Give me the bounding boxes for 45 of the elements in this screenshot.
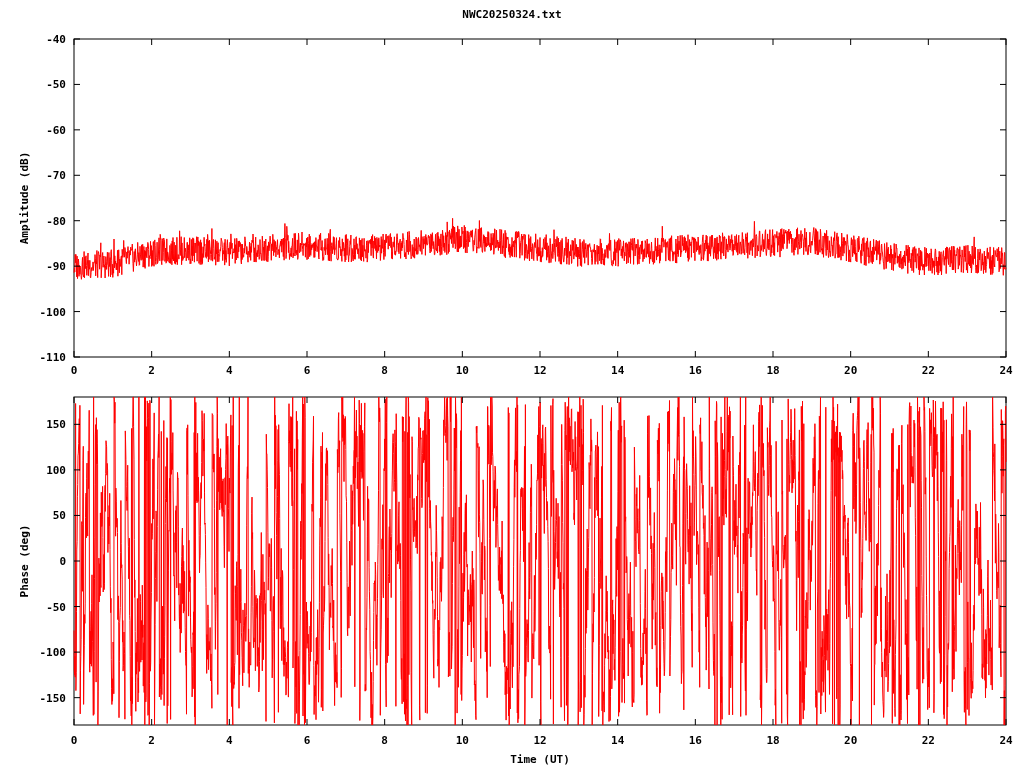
tick-label: 50 xyxy=(52,509,66,523)
axis-label: Time (UT) xyxy=(510,753,570,766)
tick-label: 24 xyxy=(999,734,1013,747)
chart-title: NWC20250324.txt xyxy=(462,6,562,23)
tick-label: 0 xyxy=(70,364,78,377)
tick-label: 16 xyxy=(688,364,702,377)
tick-label: -60 xyxy=(46,123,66,137)
tick-label: -150 xyxy=(39,691,66,705)
axis-label: Phase (deg) xyxy=(18,524,31,598)
tick-label: -40 xyxy=(46,33,66,46)
tick-label: 6 xyxy=(303,734,311,747)
tick-label: 22 xyxy=(921,364,935,377)
tick-label: 150 xyxy=(46,418,66,432)
tick-label: 8 xyxy=(381,364,388,377)
tick-label: -70 xyxy=(46,169,66,183)
tick-label: 4 xyxy=(226,364,233,377)
tick-label: 6 xyxy=(303,364,311,377)
tick-label: 20 xyxy=(844,734,858,747)
tick-label: -110 xyxy=(39,351,66,364)
tick-label: 0 xyxy=(59,555,66,568)
tick-label: -50 xyxy=(46,600,66,614)
tick-label: 10 xyxy=(455,734,469,747)
tick-label: -100 xyxy=(39,646,66,660)
tick-label: 24 xyxy=(999,364,1013,377)
axis-label: Amplitude (dB) xyxy=(18,151,31,245)
tick-label: 2 xyxy=(148,364,155,377)
tick-label: 18 xyxy=(766,734,780,747)
tick-label: 4 xyxy=(226,734,233,747)
tick-label: 12 xyxy=(533,734,547,747)
tick-label: 18 xyxy=(766,364,780,377)
tick-label: 2 xyxy=(148,734,155,747)
tick-label: -80 xyxy=(46,214,66,228)
tick-label: 10 xyxy=(455,364,469,377)
tick-label: 12 xyxy=(533,364,547,377)
tick-label: 14 xyxy=(611,734,625,747)
tick-label: -90 xyxy=(46,260,66,274)
tick-label: 8 xyxy=(381,734,388,747)
tick-label: 14 xyxy=(611,364,625,377)
tick-label: 16 xyxy=(688,734,702,747)
tick-label: 20 xyxy=(844,364,858,377)
tick-label: 22 xyxy=(921,734,935,747)
tick-label: 0 xyxy=(70,734,78,747)
tick-label: 100 xyxy=(46,463,66,477)
tick-label: -100 xyxy=(39,305,66,319)
tick-label: -50 xyxy=(46,78,66,92)
